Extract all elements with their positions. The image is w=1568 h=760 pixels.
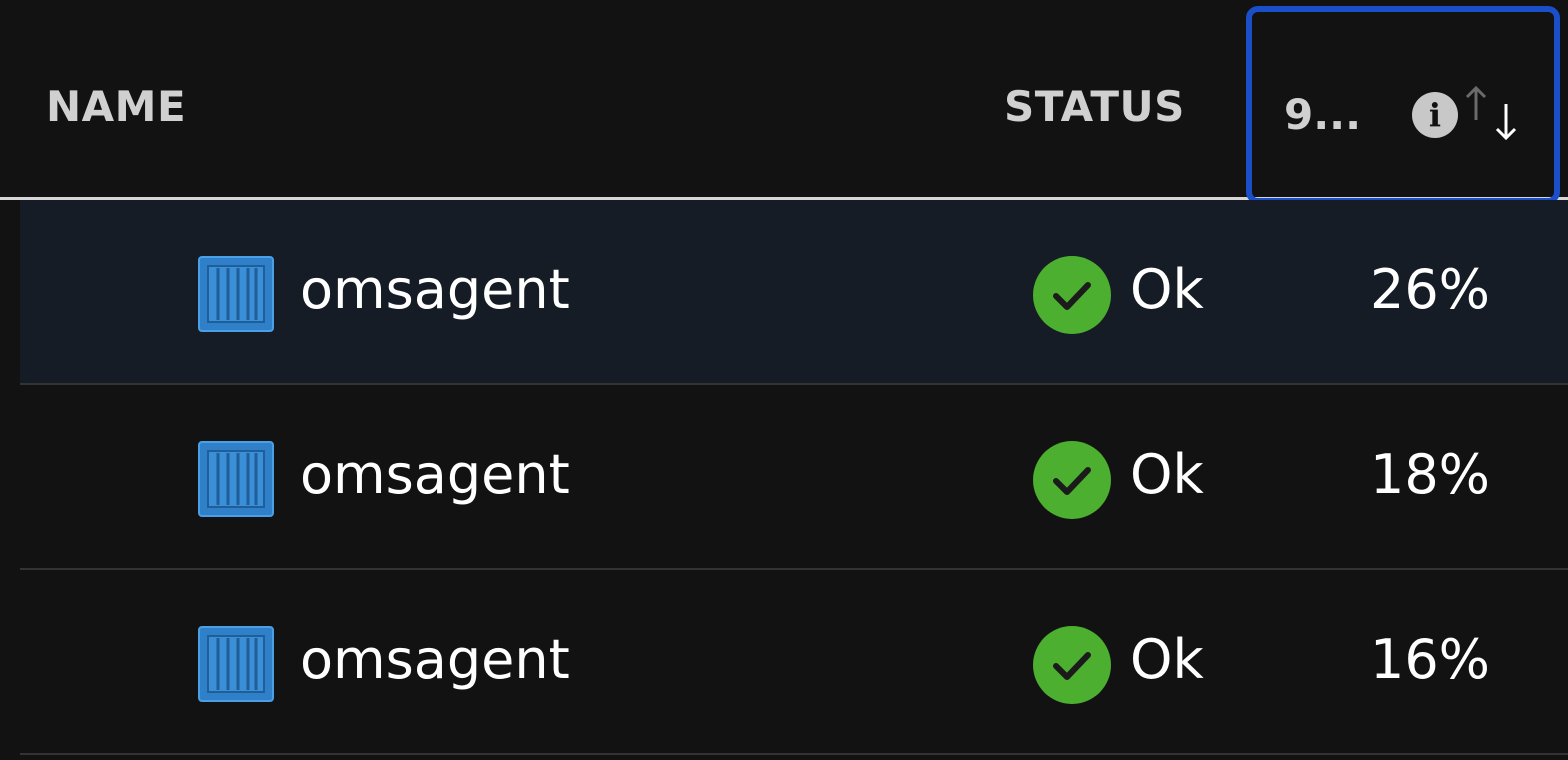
status-text: Ok [1130,258,1204,321]
column-header-metric-label: 9... [1284,90,1362,139]
row-name: omsagent [300,628,570,691]
info-icon[interactable]: i [1412,92,1458,138]
column-header-status[interactable]: STATUS [1004,82,1185,131]
column-header-metric[interactable]: 9... i [1246,6,1560,204]
container-icon [198,441,274,517]
table-row[interactable]: omsagent Ok 18% [20,385,1568,570]
row-name: omsagent [300,258,570,321]
container-icon [198,626,274,702]
column-header-name[interactable]: NAME [46,82,186,131]
status-ok-icon [1033,626,1111,704]
status-ok-icon [1033,256,1111,334]
status-text: Ok [1130,628,1204,691]
metric-value: 26% [1369,258,1490,321]
table-row[interactable]: omsagent Ok 16% [20,570,1568,755]
metric-value: 16% [1369,628,1490,691]
sort-icon[interactable] [1458,76,1530,148]
row-name: omsagent [300,443,570,506]
grid-header: NAME STATUS 9... i [0,0,1568,204]
container-icon [198,256,274,332]
metric-value: 18% [1369,443,1490,506]
status-text: Ok [1130,443,1204,506]
container-grid: NAME STATUS 9... i omsagent Ok 26% omsag… [0,0,1568,760]
table-row[interactable]: omsagent Ok 26% [20,200,1568,385]
status-ok-icon [1033,441,1111,519]
